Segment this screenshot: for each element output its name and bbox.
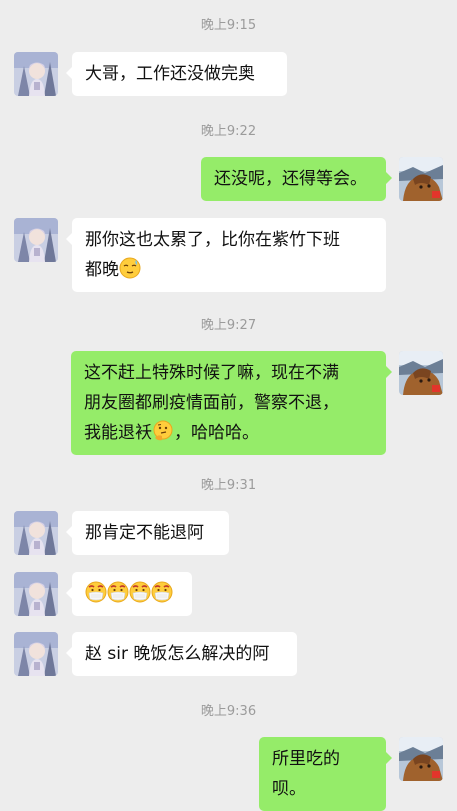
message-text: 我能退袄 <box>84 423 152 443</box>
contact-avatar[interactable] <box>14 632 58 676</box>
my-avatar[interactable] <box>399 737 443 781</box>
incoming-message-bubble[interactable]: 大哥，工作还没做完奥 <box>66 52 287 96</box>
message-text: 赵 sir 晚饭怎么解决的阿 <box>85 644 270 664</box>
outgoing-message-bubble[interactable]: 还没呢，还得等会。 <box>201 157 392 201</box>
message-text: 那你这也太累了，比你在紫竹下班 <box>85 230 340 250</box>
my-avatar[interactable] <box>399 157 443 201</box>
contact-avatar[interactable] <box>14 511 58 555</box>
mask-emoji <box>85 581 107 603</box>
outgoing-message-bubble[interactable]: 这不赶上特殊时候了嘛，现在不满 朋友圈都刷疫情面前，警察不退， 我能退袄 ，哈哈哈… <box>71 351 392 455</box>
mask-emoji <box>107 581 129 603</box>
message-text: 大哥，工作还没做完奥 <box>85 64 255 84</box>
message-text: ，哈哈哈。 <box>174 423 259 443</box>
contact-avatar[interactable] <box>14 572 58 616</box>
mask-emoji <box>129 581 151 603</box>
timestamp: 晚上9:27 <box>200 318 257 333</box>
contact-avatar[interactable] <box>14 218 58 262</box>
message-text: 朋友圈都刷疫情面前，警察不退， <box>84 393 339 413</box>
incoming-message-bubble[interactable]: 赵 sir 晚饭怎么解决的阿 <box>66 632 297 676</box>
message-text: 还没呢，还得等会。 <box>214 169 367 189</box>
message-text: 这不赶上特殊时候了嘛，现在不满 <box>84 363 339 383</box>
message-text: 那肯定不能退阿 <box>85 523 204 543</box>
timestamp: 晚上9:15 <box>200 18 257 33</box>
incoming-message-bubble[interactable] <box>66 572 192 616</box>
incoming-message-bubble[interactable]: 那肯定不能退阿 <box>66 511 229 555</box>
outgoing-message-bubble[interactable]: 所里吃的呗。 <box>259 737 392 811</box>
my-avatar[interactable] <box>399 351 443 395</box>
message-text: 都晚 <box>85 260 119 280</box>
timestamp: 晚上9:36 <box>200 704 257 719</box>
timestamp: 晚上9:22 <box>200 124 257 139</box>
incoming-message-bubble[interactable]: 那你这也太累了，比你在紫竹下班 都晚 <box>66 218 386 292</box>
message-text: 所里吃的呗。 <box>272 749 340 799</box>
timestamp: 晚上9:31 <box>200 478 257 493</box>
relieved-sweat-emoji <box>119 257 141 279</box>
thinking-emoji <box>152 420 174 442</box>
mask-emoji <box>151 581 173 603</box>
contact-avatar[interactable] <box>14 52 58 96</box>
